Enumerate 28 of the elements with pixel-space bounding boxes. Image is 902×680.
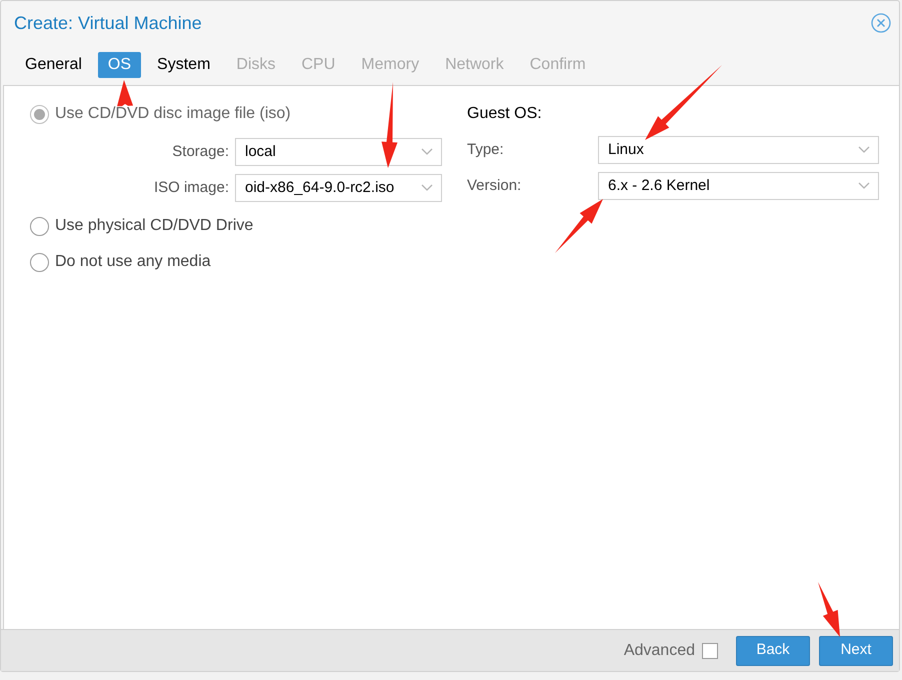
checkbox-label: Advanced <box>624 640 695 660</box>
annotation-arrow <box>555 199 603 253</box>
annotation-arrow <box>117 80 134 106</box>
window-title: Create: Virtual Machine <box>14 12 202 34</box>
chevron-down-icon <box>421 184 433 192</box>
radio-label: Do not use any media <box>55 252 211 272</box>
field-label: ISO image: <box>152 178 230 198</box>
close-icon[interactable] <box>871 13 891 33</box>
radio-label: Use CD/DVD disc image file (iso) <box>55 104 291 124</box>
dropdown-field[interactable]: 6.x - 2.6 Kernel <box>598 172 879 200</box>
chevron-down-icon <box>421 148 433 156</box>
field-label: Type: <box>467 140 505 160</box>
nav-button[interactable]: Back <box>736 636 810 666</box>
tab[interactable]: System <box>147 52 220 78</box>
field-label: Storage: <box>171 142 230 162</box>
dropdown-field[interactable]: Linux <box>598 136 879 164</box>
tab[interactable]: General <box>15 52 92 78</box>
tab[interactable]: OS <box>98 52 142 78</box>
annotation-arrow <box>818 582 840 637</box>
chevron-down-icon <box>858 146 870 154</box>
nav-button[interactable]: Next <box>819 636 893 666</box>
checkbox[interactable] <box>702 642 718 658</box>
chevron-down-icon <box>858 182 870 190</box>
field-label: Version: <box>467 176 522 196</box>
radio-button[interactable] <box>30 216 49 236</box>
section-heading: Guest OS: <box>467 104 543 124</box>
radio-button[interactable] <box>30 252 49 272</box>
radio-label: Use physical CD/DVD Drive <box>55 216 254 236</box>
